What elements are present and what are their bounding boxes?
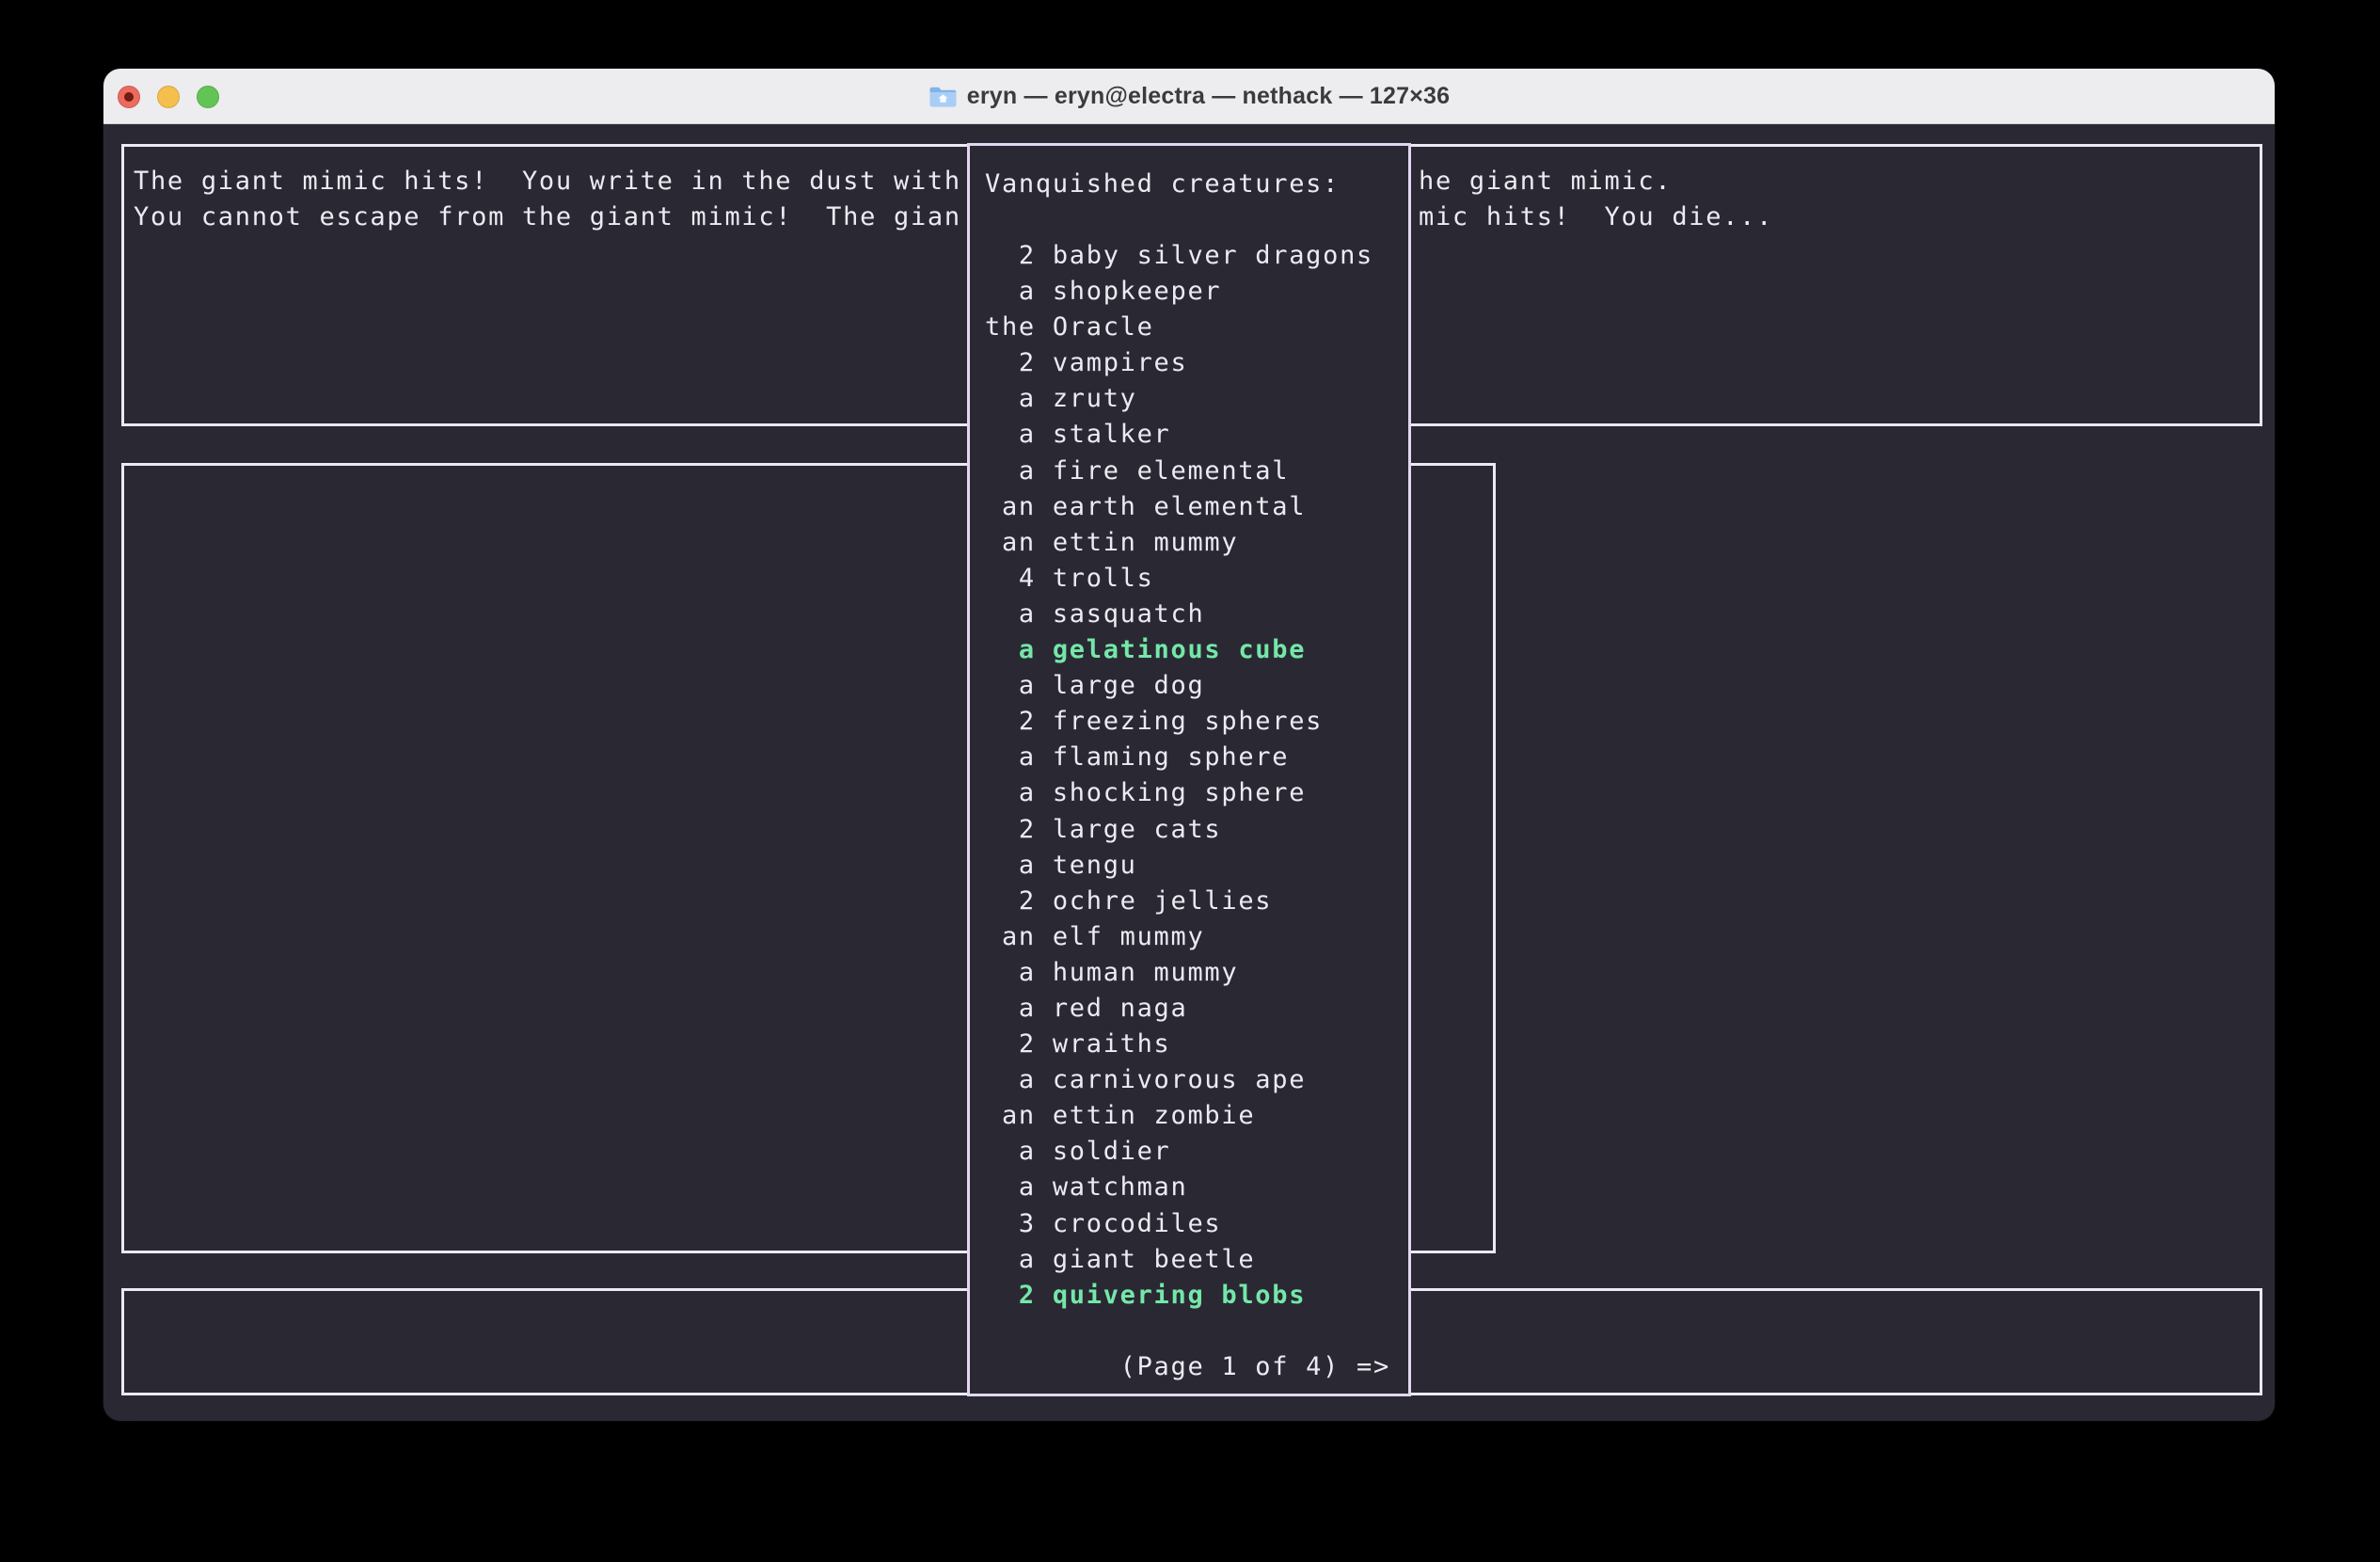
vanquished-entry: a watchman: [985, 1170, 1373, 1205]
vanquished-entry: a stalker: [985, 417, 1373, 453]
message-line: You cannot escape from the giant mimic! …: [134, 199, 965, 235]
window-title-group: eryn — eryn@electra — nethack — 127×36: [928, 83, 1450, 110]
message-line: mic hits! You die...: [1419, 199, 1773, 235]
vanquished-entry: a gelatinous cube: [985, 632, 1373, 668]
vanquished-entry: 2 vampires: [985, 345, 1373, 381]
vanquished-entry: 2 baby silver dragons: [985, 238, 1373, 274]
vanquished-entry: an ettin mummy: [985, 525, 1373, 561]
vanquished-entry: a sasquatch: [985, 597, 1373, 632]
vanquished-entry: a giant beetle: [985, 1242, 1373, 1278]
folder-icon: [928, 85, 958, 108]
vanquished-entry: an elf mummy: [985, 919, 1373, 955]
window-title: eryn — eryn@electra — nethack — 127×36: [967, 83, 1450, 110]
vanquished-entry: the Oracle: [985, 310, 1373, 345]
pager-label: (Page 1 of 4) =>: [985, 1349, 1390, 1385]
vanquished-entry: a large dog: [985, 668, 1373, 704]
vanquished-entry: 2 wraiths: [985, 1027, 1373, 1062]
vanquished-entry: a zruty: [985, 381, 1373, 417]
vanquished-entry: 2 large cats: [985, 812, 1373, 848]
vanquished-entry: an earth elemental: [985, 489, 1373, 525]
vanquished-entry: a flaming sphere: [985, 740, 1373, 775]
vanquished-entry: 3 crocodiles: [985, 1206, 1373, 1242]
vanquished-entry: a carnivorous ape: [985, 1062, 1373, 1098]
vanquished-popup: Vanquished creatures: 2 baby silver drag…: [967, 143, 1411, 1396]
vanquished-entry: an ettin zombie: [985, 1098, 1373, 1134]
zoom-button[interactable]: [197, 86, 219, 108]
message-line: The giant mimic hits! You write in the d…: [134, 164, 965, 199]
vanquished-entry: a shopkeeper: [985, 274, 1373, 310]
traffic-lights: [118, 86, 219, 108]
vanquished-entry: 4 trolls: [985, 561, 1373, 597]
message-area-left: The giant mimic hits! You write in the d…: [134, 164, 965, 235]
message-line: he giant mimic.: [1419, 164, 1773, 199]
vanquished-entry: a shocking sphere: [985, 775, 1373, 811]
vanquished-entry: a soldier: [985, 1134, 1373, 1170]
vanquished-entry: 2 quivering blobs: [985, 1278, 1373, 1314]
terminal-window: eryn — eryn@electra — nethack — 127×36 T…: [103, 69, 2275, 1421]
vanquished-list: 2 baby silver dragons a shopkeeperthe Or…: [985, 238, 1373, 1314]
vanquished-entry: a tengu: [985, 848, 1373, 884]
vanquished-entry: a human mummy: [985, 955, 1373, 991]
vanquished-entry: a red naga: [985, 991, 1373, 1027]
terminal-screen[interactable]: The giant mimic hits! You write in the d…: [103, 124, 2275, 1421]
vanquished-entry: 2 ochre jellies: [985, 884, 1373, 919]
minimize-button[interactable]: [157, 86, 180, 108]
popup-title: Vanquished creatures:: [985, 167, 1340, 202]
message-area-right: he giant mimic. mic hits! You die...: [1419, 164, 1773, 235]
vanquished-entry: a fire elemental: [985, 454, 1373, 489]
vanquished-entry: 2 freezing spheres: [985, 704, 1373, 740]
close-button[interactable]: [118, 86, 140, 108]
titlebar[interactable]: eryn — eryn@electra — nethack — 127×36: [103, 69, 2275, 124]
